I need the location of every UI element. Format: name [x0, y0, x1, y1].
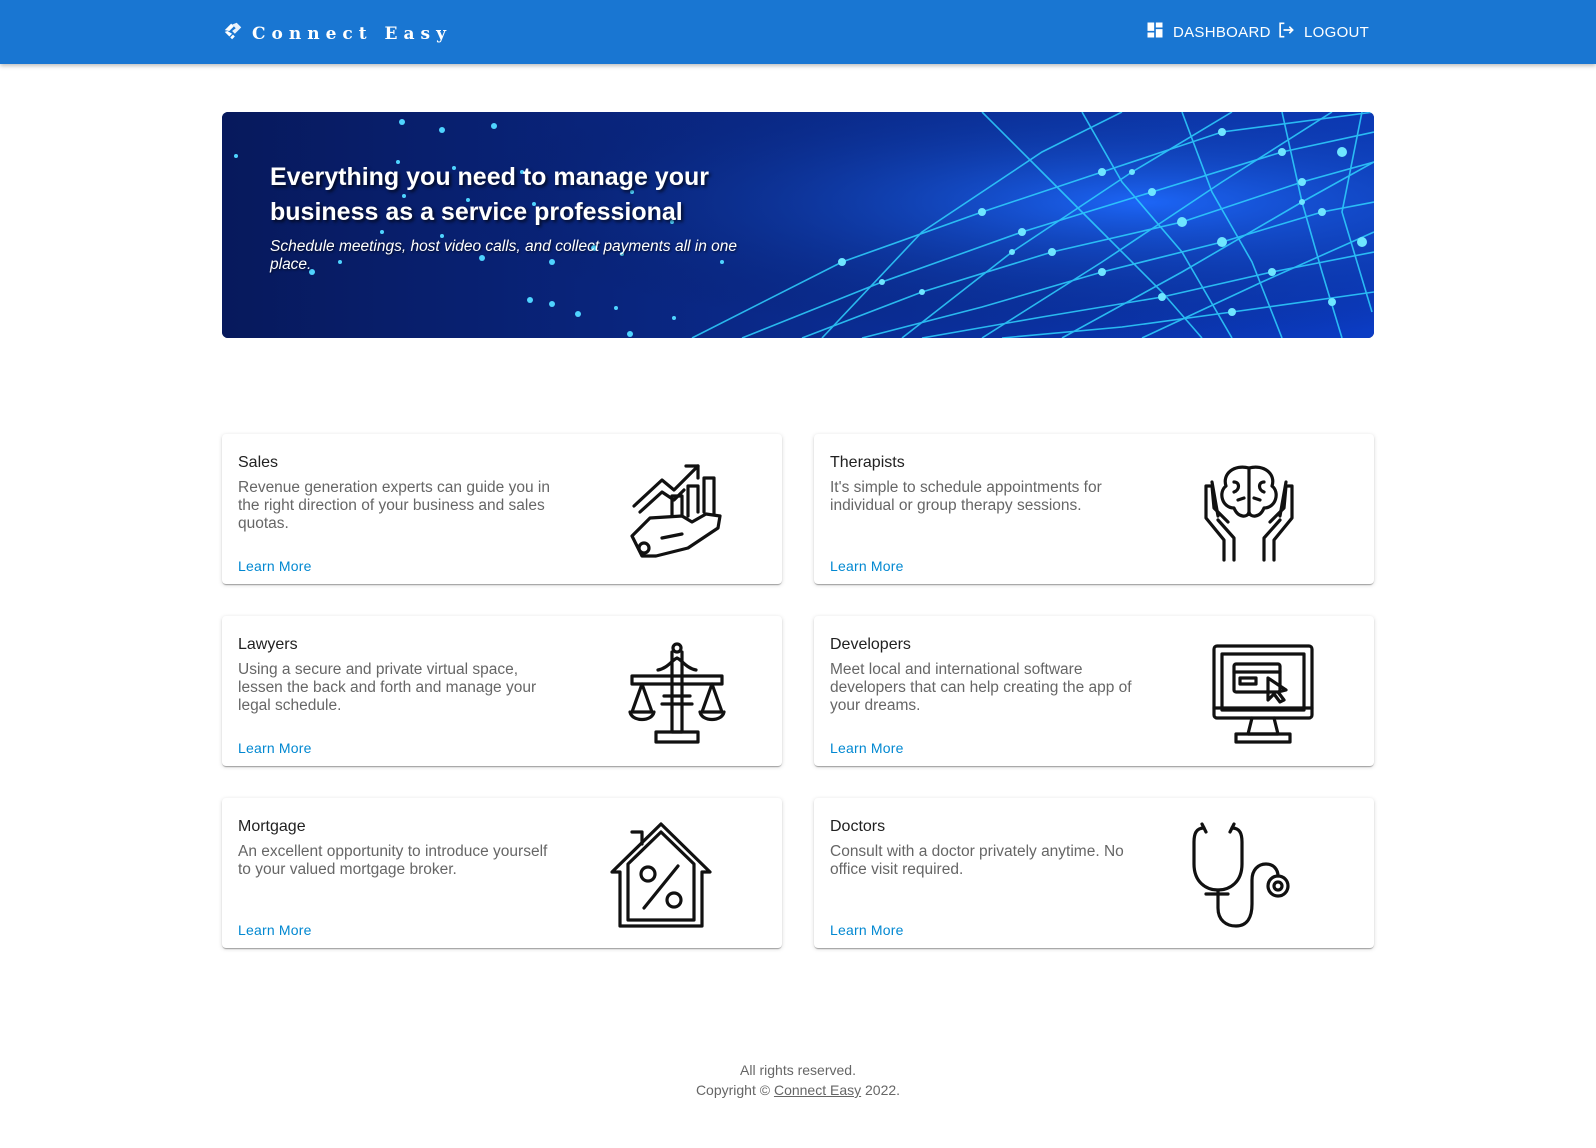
learn-more-link[interactable]: Learn More [238, 740, 312, 756]
card-description: It's simple to schedule appointments for… [830, 479, 1102, 514]
card-lawyers: Lawyers Using a secure and private virtu… [222, 616, 782, 766]
card-description: Meet local and international software de… [830, 661, 1132, 714]
monitor-cursor-icon [1208, 638, 1318, 748]
card-description: Using a secure and private virtual space… [238, 661, 537, 714]
hero-subtitle: Schedule meetings, host video calls, and… [270, 238, 737, 273]
brand-name: Connect Easy [252, 23, 452, 44]
card-title: Lawyers [238, 636, 298, 653]
stethoscope-icon [1188, 820, 1298, 930]
card-developers: Developers Meet local and international … [814, 616, 1374, 766]
dashboard-button[interactable]: DASHBOARD [1145, 20, 1271, 44]
hero-banner: Everything you need to manage your busin… [222, 112, 1374, 338]
footer-rights: All rights reserved. [740, 1062, 856, 1078]
hero-title: Everything you need to manage your busin… [270, 163, 709, 226]
footer-copyright: Copyright © Connect Easy 2022. [0, 1080, 1596, 1100]
scales-of-justice-icon [622, 638, 732, 748]
learn-more-link[interactable]: Learn More [238, 922, 312, 938]
card-mortgage: Mortgage An excellent opportunity to int… [222, 798, 782, 948]
brand[interactable]: Connect Easy [222, 20, 452, 47]
copyright-prefix: Copyright © [695, 1082, 771, 1098]
sales-growth-hand-icon [622, 456, 732, 566]
learn-more-link[interactable]: Learn More [830, 558, 904, 574]
card-doctors: Doctors Consult with a doctor privately … [814, 798, 1374, 948]
card-title: Doctors [830, 818, 886, 835]
logout-icon [1276, 20, 1304, 44]
learn-more-link[interactable]: Learn More [830, 740, 904, 756]
card-sales: Sales Revenue generation experts can gui… [222, 434, 782, 584]
dashboard-icon [1145, 20, 1173, 44]
copyright-year: 2022. [865, 1082, 901, 1098]
learn-more-link[interactable]: Learn More [830, 922, 904, 938]
logout-label: LOGOUT [1304, 23, 1370, 41]
card-therapists: Therapists It's simple to schedule appoi… [814, 434, 1374, 584]
card-description: Consult with a doctor privately anytime.… [830, 843, 1124, 878]
card-title: Developers [830, 636, 911, 653]
brain-hands-icon [1194, 456, 1304, 566]
card-title: Mortgage [238, 818, 306, 835]
card-title: Sales [238, 454, 279, 471]
handshake-logo-icon [222, 20, 244, 47]
learn-more-link[interactable]: Learn More [238, 558, 312, 574]
house-percent-icon [606, 820, 716, 930]
card-title: Therapists [830, 454, 905, 471]
app-bar: Connect Easy DASHBOARD LOGOUT [0, 0, 1596, 64]
footer-brand-link[interactable]: Connect Easy [774, 1082, 861, 1098]
dashboard-label: DASHBOARD [1173, 23, 1271, 41]
logout-button[interactable]: LOGOUT [1276, 20, 1369, 44]
footer: All rights reserved. Copyright © Connect… [0, 1060, 1596, 1100]
card-description: Revenue generation experts can guide you… [238, 479, 550, 532]
card-description: An excellent opportunity to introduce yo… [238, 843, 548, 878]
